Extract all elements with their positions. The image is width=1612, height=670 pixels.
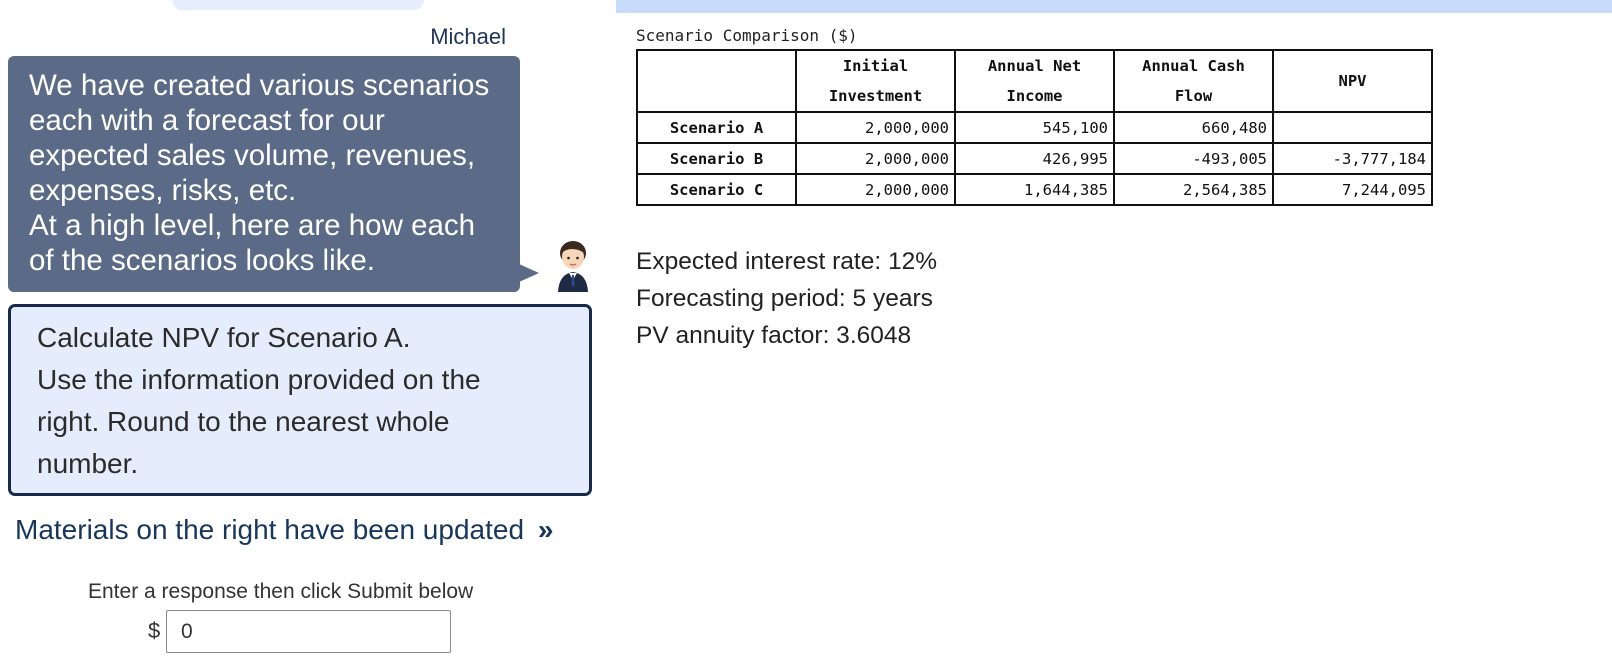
materials-updated-notice: Materials on the right have been updated… bbox=[15, 514, 553, 546]
speech-line: We have created various scenarios bbox=[29, 69, 490, 102]
speech-line: expected sales volume, revenues, bbox=[29, 139, 476, 172]
question-line: Use the information provided on the bbox=[37, 364, 481, 395]
speech-line: of the scenarios looks like. bbox=[29, 244, 375, 277]
table-cell: 2,564,385 bbox=[1113, 173, 1274, 206]
table-cell: 2,000,000 bbox=[795, 142, 956, 175]
table-cell: 1,644,385 bbox=[954, 173, 1115, 206]
table-cell: -3,777,184 bbox=[1272, 142, 1433, 175]
response-input[interactable] bbox=[166, 610, 451, 653]
table-cell: 7,244,095 bbox=[1272, 173, 1433, 206]
response-instruction: Enter a response then click Submit below bbox=[88, 580, 474, 603]
table-cell: 545,100 bbox=[954, 111, 1115, 144]
speech-line: each with a forecast for our bbox=[29, 104, 385, 137]
speech-line: expenses, risks, etc. bbox=[29, 174, 297, 207]
scenario-comparison-table: Initial Investment Annual Net Income Ann… bbox=[636, 49, 1433, 206]
table-header-cell: Initial Investment bbox=[795, 49, 956, 113]
question-box: Calculate NPV for Scenario A. Use the in… bbox=[8, 304, 592, 496]
question-line: number. bbox=[37, 448, 139, 479]
speech-bubble-tail bbox=[519, 264, 539, 282]
table-cell: 2,000,000 bbox=[795, 173, 956, 206]
table-cell bbox=[1272, 111, 1433, 144]
speech-line: At a high level, here are how each bbox=[29, 209, 476, 242]
table-header-cell: Annual Cash Flow bbox=[1113, 49, 1274, 113]
row-label: Scenario A bbox=[636, 111, 797, 144]
table-cell: 2,000,000 bbox=[795, 111, 956, 144]
question-line: Calculate NPV for Scenario A. bbox=[37, 322, 411, 353]
speaker-name: Michael bbox=[430, 24, 506, 49]
table-header-cell: NPV bbox=[1272, 49, 1433, 113]
table-cell: 426,995 bbox=[954, 142, 1115, 175]
table-row: Scenario A 2,000,000 545,100 660,480 bbox=[636, 111, 1433, 144]
table-header-row: Initial Investment Annual Net Income Ann… bbox=[636, 49, 1433, 113]
row-label: Scenario B bbox=[636, 142, 797, 175]
previous-message-bubble bbox=[172, 0, 424, 10]
table-row: Scenario C 2,000,000 1,644,385 2,564,385… bbox=[636, 173, 1433, 206]
assumption-forecasting-period: Forecasting period: 5 years bbox=[636, 285, 933, 312]
double-chevron-right-icon: » bbox=[537, 514, 554, 545]
assumption-annuity-factor: PV annuity factor: 3.6048 bbox=[636, 322, 912, 349]
materials-updated-text: Materials on the right have been updated bbox=[15, 514, 525, 545]
question-line: right. Round to the nearest whole bbox=[37, 406, 450, 437]
assumption-interest-rate: Expected interest rate: 12% bbox=[636, 248, 937, 275]
speech-bubble: We have created various scenarios each w… bbox=[8, 56, 520, 292]
table-title: Scenario Comparison ($) bbox=[636, 26, 858, 45]
table-cell: -493,005 bbox=[1113, 142, 1274, 175]
table-header-cell: Annual Net Income bbox=[954, 49, 1115, 113]
table-cell: 660,480 bbox=[1113, 111, 1274, 144]
row-label: Scenario C bbox=[636, 173, 797, 206]
materials-header-bar bbox=[616, 0, 1612, 13]
currency-symbol: $ bbox=[148, 618, 161, 643]
businessman-avatar-icon bbox=[558, 241, 588, 292]
table-row: Scenario B 2,000,000 426,995 -493,005 -3… bbox=[636, 142, 1433, 175]
table-header-cell bbox=[636, 49, 797, 113]
